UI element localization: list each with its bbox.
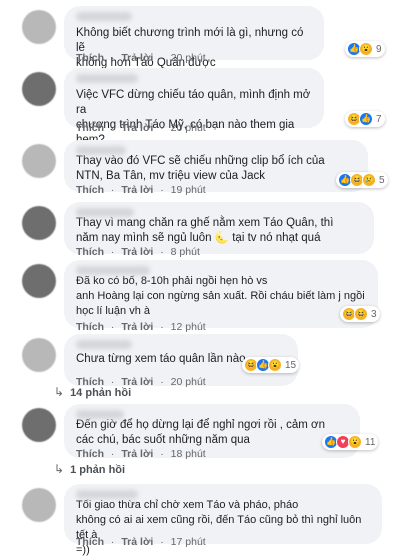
comment-text: Không biết chương trình mới là gì, nhưng… <box>76 27 304 69</box>
reactions-badge[interactable]: 👍 😮 9 <box>345 41 385 57</box>
timestamp[interactable]: 12 phút <box>171 321 206 333</box>
avatar[interactable] <box>22 488 56 522</box>
commenter-name[interactable] <box>76 340 132 349</box>
like-link[interactable]: Thích <box>76 321 104 333</box>
like-link[interactable]: Thích <box>76 536 104 548</box>
reactions-badge[interactable]: 😆 👍 😮 15 <box>242 357 300 373</box>
reply-link[interactable]: Trả lời <box>121 122 153 134</box>
reply-link[interactable]: Trả lời <box>121 184 153 196</box>
comment-text: Việc VFC dừng chiếu táo quân, mình định … <box>76 89 311 146</box>
commenter-name[interactable] <box>76 266 150 275</box>
comment-actions: Thích · Trả lời · 19 phút <box>76 184 206 196</box>
comment-actions: Thích · Trả lời · 20 phút <box>76 52 206 64</box>
comment-text: Tối giao thừa chỉ chờ xem Táo và pháo, p… <box>76 499 362 556</box>
like-link[interactable]: Thích <box>76 122 104 134</box>
reaction-count: 9 <box>376 43 382 55</box>
reaction-count: 5 <box>379 174 385 186</box>
reactions-badge[interactable]: 😆 👍 7 <box>345 111 385 127</box>
avatar[interactable] <box>22 264 56 298</box>
like-link[interactable]: Thích <box>76 448 104 460</box>
avatar[interactable] <box>22 10 56 44</box>
commenter-name[interactable] <box>76 12 132 21</box>
view-replies-link[interactable]: ↳ 1 phản hồi <box>54 462 125 476</box>
reactions-badge[interactable]: 😆 😆 3 <box>340 306 380 322</box>
comment-actions: Thích · Trả lời · 8 phút <box>76 246 200 258</box>
timestamp[interactable]: 20 phút <box>171 52 206 64</box>
timestamp[interactable]: 8 phút <box>171 246 200 258</box>
reaction-count: 7 <box>376 113 382 125</box>
timestamp[interactable]: 20 phút <box>171 122 206 134</box>
avatar[interactable] <box>22 144 56 178</box>
timestamp[interactable]: 18 phút <box>171 448 206 460</box>
like-link[interactable]: Thích <box>76 52 104 64</box>
avatar[interactable] <box>22 72 56 106</box>
comment-actions: Thích · Trả lời · 17 phút <box>76 536 206 548</box>
reaction-count: 15 <box>285 359 297 371</box>
timestamp[interactable]: 19 phút <box>171 184 206 196</box>
reply-link[interactable]: Trả lời <box>121 52 153 64</box>
reply-link[interactable]: Trả lời <box>121 321 153 333</box>
wow-icon: 😮 <box>268 358 282 372</box>
commenter-name[interactable] <box>76 208 134 217</box>
avatar[interactable] <box>22 408 56 442</box>
comment-text: Thay vào đó VFC sẽ chiếu những clip bổ í… <box>76 155 325 182</box>
comment-text: Đã ko có bố, 8-10h phải ngồi hẹn hò vs a… <box>76 275 365 317</box>
reply-link[interactable]: Trả lời <box>121 448 153 460</box>
reply-arrow-icon: ↳ <box>54 462 65 476</box>
like-link[interactable]: Thích <box>76 246 104 258</box>
sad-icon: 😢 <box>362 173 376 187</box>
reply-arrow-icon: ↳ <box>54 385 65 399</box>
avatar[interactable] <box>22 206 56 240</box>
reaction-count: 11 <box>365 436 376 448</box>
timestamp[interactable]: 17 phút <box>171 536 206 548</box>
commenter-name[interactable] <box>76 146 126 155</box>
reply-link[interactable]: Trả lời <box>121 536 153 548</box>
haha-icon: 😆 <box>354 307 368 321</box>
reactions-badge[interactable]: 👍 😆 😢 5 <box>336 172 388 188</box>
view-replies-link[interactable]: ↳ 14 phản hồi <box>54 385 131 399</box>
commenter-name[interactable] <box>76 490 138 499</box>
like-icon: 👍 <box>359 112 373 126</box>
reaction-count: 3 <box>371 308 377 320</box>
comment-actions: Thích · Trả lời · 12 phút <box>76 321 206 333</box>
wow-icon: 😮 <box>348 435 362 449</box>
comment-text: Thay vì mang chăn ra ghế nằm xem Táo Quâ… <box>76 217 334 244</box>
avatar[interactable] <box>22 338 56 372</box>
comment-text: Đến giờ để họ dừng lại để nghỉ ngơi rồi … <box>76 419 325 446</box>
commenter-name[interactable] <box>76 410 124 419</box>
comment-actions: Thích · Trả lời · 20 phút <box>76 122 206 134</box>
wow-icon: 😮 <box>359 42 373 56</box>
reactions-badge[interactable]: 👍 ♥ 😮 11 <box>322 434 379 450</box>
like-link[interactable]: Thích <box>76 184 104 196</box>
comment-actions: Thích · Trả lời · 18 phút <box>76 448 206 460</box>
timestamp[interactable]: 20 phút <box>171 376 206 388</box>
commenter-name[interactable] <box>76 74 138 83</box>
reply-link[interactable]: Trả lời <box>121 246 153 258</box>
